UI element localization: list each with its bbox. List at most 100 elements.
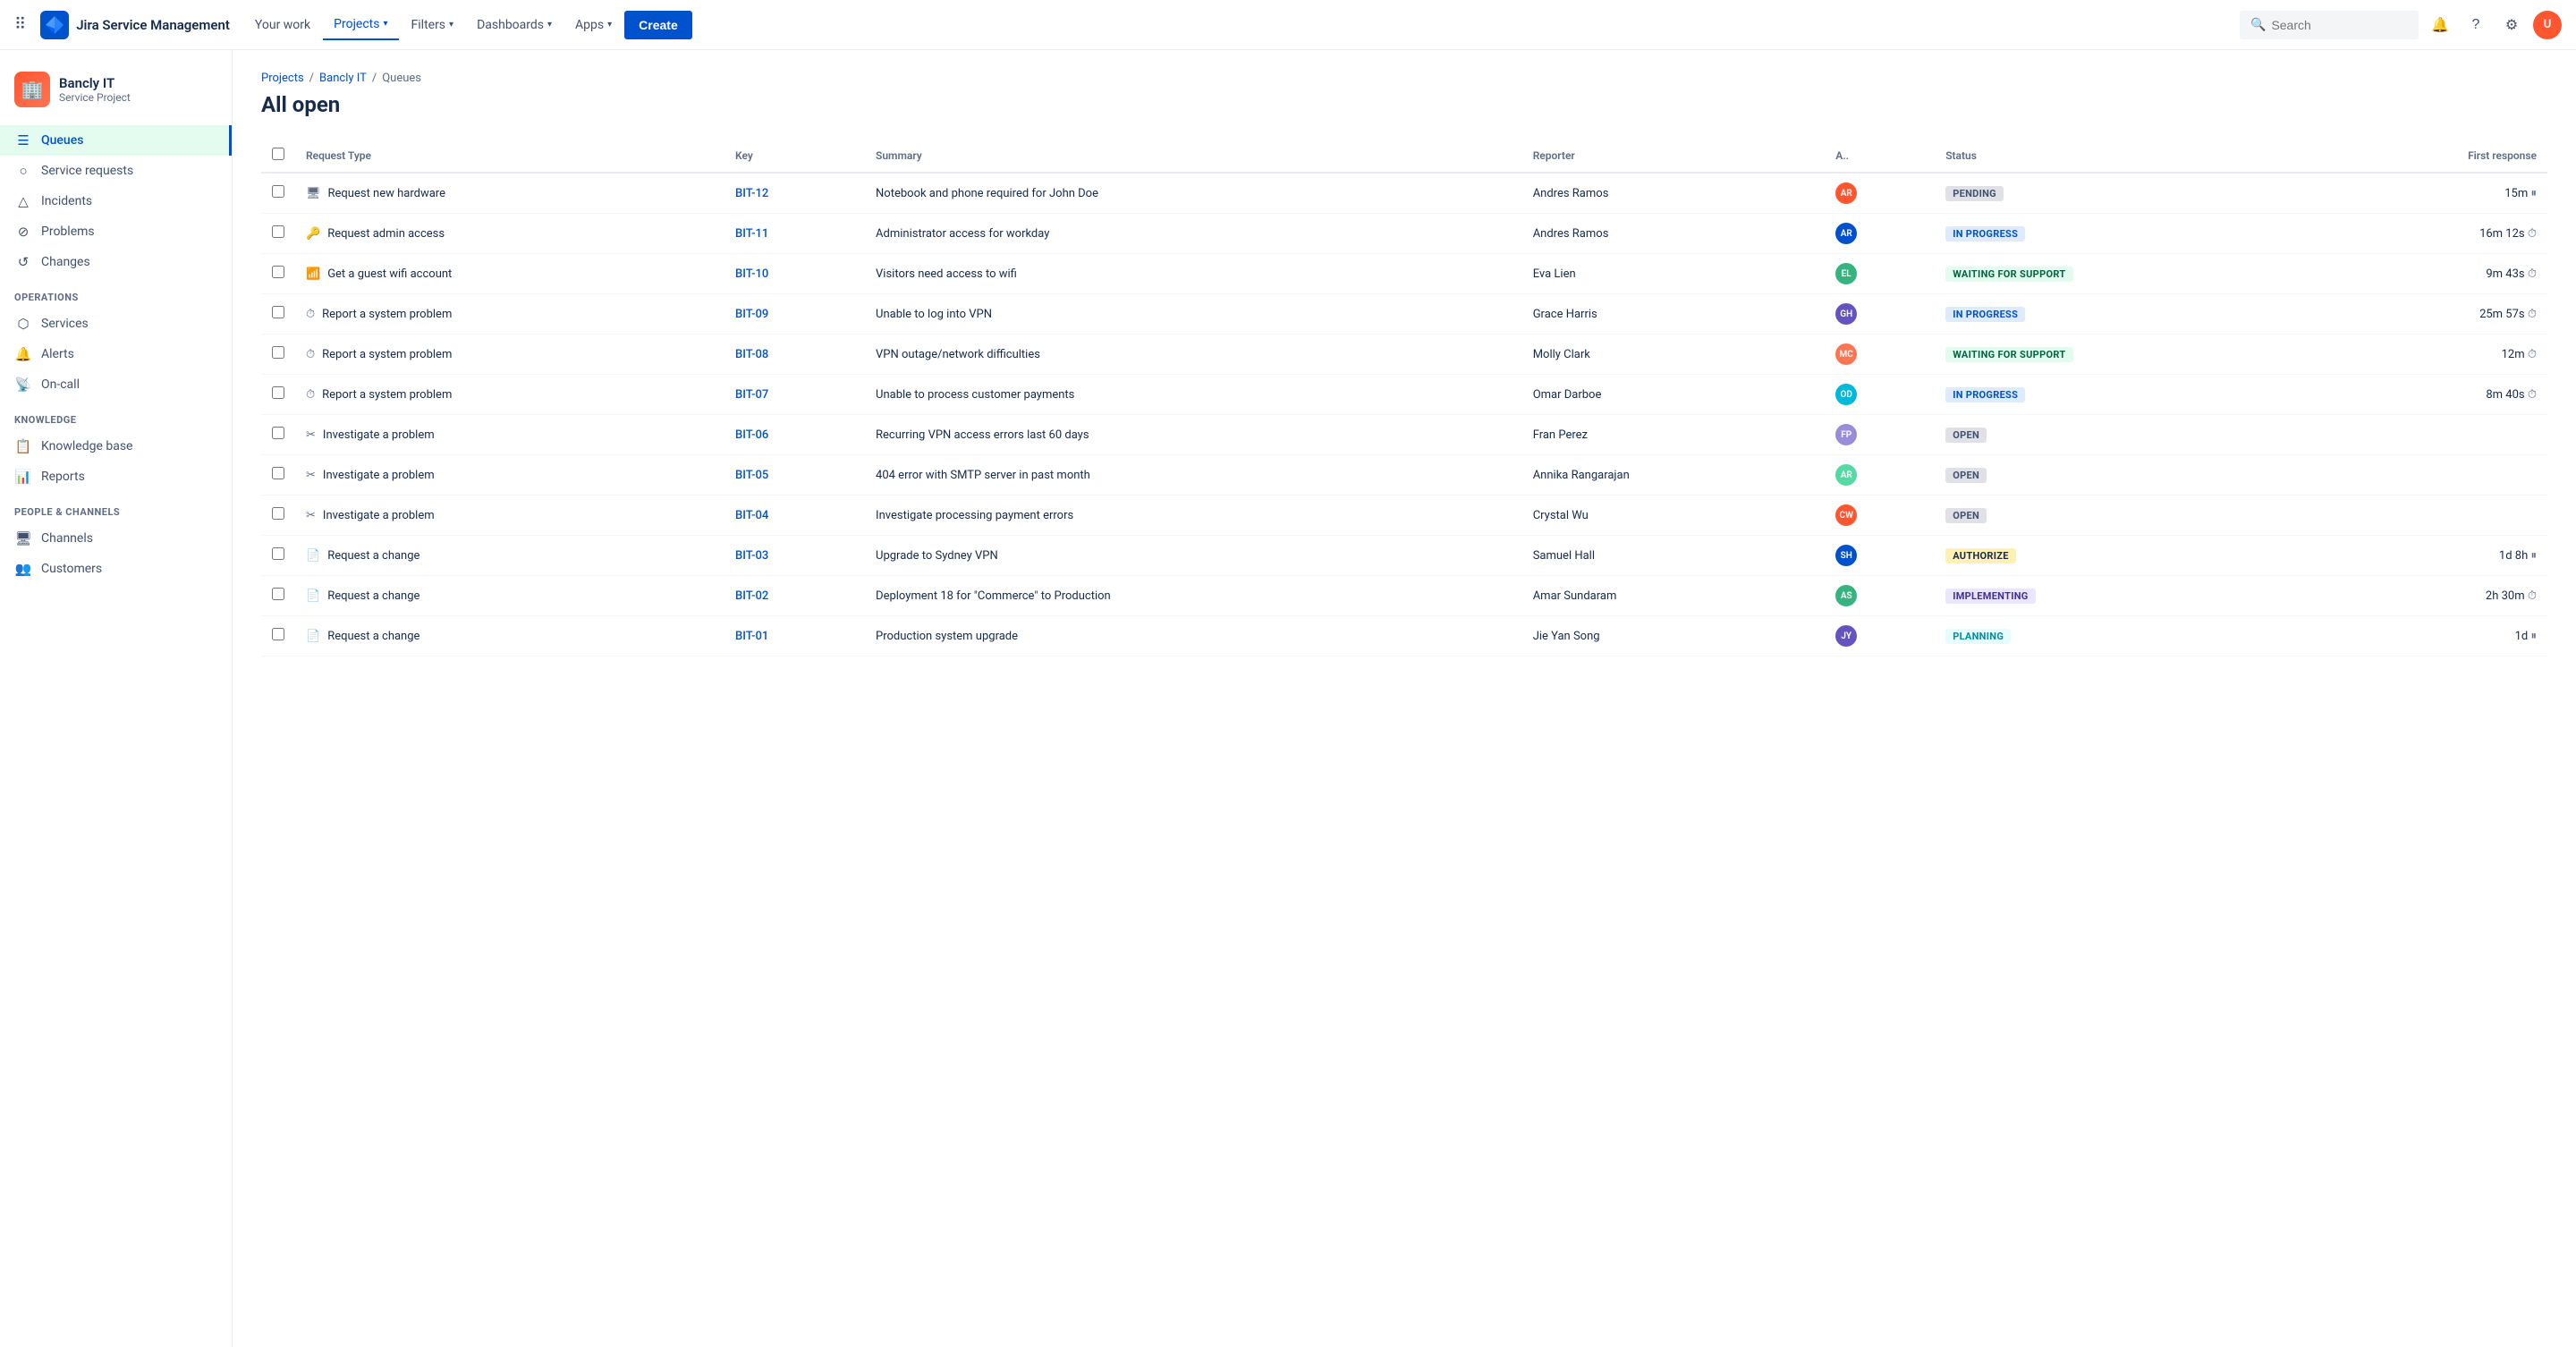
key-cell[interactable]: BIT-07 [724, 375, 865, 415]
grid-icon[interactable]: ⠿ [14, 15, 26, 34]
key-cell[interactable]: BIT-08 [724, 335, 865, 375]
issue-key-link[interactable]: BIT-09 [735, 308, 768, 321]
sidebar-item-on-call[interactable]: 📡 On-call [0, 369, 232, 400]
request-type-label: Investigate a problem [323, 428, 435, 442]
issue-key-link[interactable]: BIT-08 [735, 348, 768, 361]
pause-icon: ⏸ [2531, 187, 2538, 200]
key-cell[interactable]: BIT-01 [724, 616, 865, 657]
table-row[interactable]: ⏱ Report a system problem BIT-07 Unable … [261, 375, 2547, 415]
table-row[interactable]: ⏱ Report a system problem BIT-09 Unable … [261, 294, 2547, 335]
row-checkbox[interactable] [272, 507, 284, 520]
nav-apps[interactable]: Apps ▾ [564, 11, 623, 39]
request-type-icon: 📄 [306, 589, 320, 603]
nav-dashboards[interactable]: Dashboards ▾ [466, 11, 563, 39]
key-cell[interactable]: BIT-12 [724, 173, 865, 214]
sidebar-item-service-requests[interactable]: ○ Service requests [0, 156, 232, 186]
row-checkbox[interactable] [272, 588, 284, 600]
sidebar-item-changes[interactable]: ↺ Changes [0, 247, 232, 277]
request-type-icon: 🔑 [306, 227, 320, 241]
table-row[interactable]: ✂ Investigate a problem BIT-06 Recurring… [261, 415, 2547, 455]
nav-filters[interactable]: Filters ▾ [401, 11, 465, 39]
row-checkbox-cell [261, 576, 295, 616]
sidebar-item-problems[interactable]: ⊘ Problems [0, 216, 232, 247]
table-row[interactable]: ✂ Investigate a problem BIT-04 Investiga… [261, 496, 2547, 536]
project-header: 🏢 Bancly IT Service Project [0, 64, 232, 122]
status-cell: OPEN [1935, 415, 2316, 455]
project-icon: 🏢 [14, 72, 50, 107]
issue-key-link[interactable]: BIT-05 [735, 469, 768, 482]
sidebar-item-reports[interactable]: 📊 Reports [0, 462, 232, 492]
table-row[interactable]: 📄 Request a change BIT-03 Upgrade to Syd… [261, 536, 2547, 576]
table-row[interactable]: ⏱ Report a system problem BIT-08 VPN out… [261, 335, 2547, 375]
sidebar-item-incidents[interactable]: △ Incidents [0, 186, 232, 216]
issue-key-link[interactable]: BIT-01 [735, 630, 768, 643]
key-cell[interactable]: BIT-10 [724, 254, 865, 294]
key-cell[interactable]: BIT-09 [724, 294, 865, 335]
sidebar-item-queues[interactable]: ☰ Queues [0, 125, 232, 156]
knowledge-base-icon: 📋 [14, 438, 32, 454]
reporter-cell: Andres Ramos [1522, 173, 1826, 214]
key-cell[interactable]: BIT-03 [724, 536, 865, 576]
table-row[interactable]: ✂ Investigate a problem BIT-05 404 error… [261, 455, 2547, 496]
row-checkbox[interactable] [272, 547, 284, 560]
nav-menu: Your work Projects ▾ Filters ▾ Dashboard… [244, 10, 2233, 40]
search-input[interactable] [2271, 18, 2408, 32]
nav-projects[interactable]: Projects ▾ [323, 10, 398, 40]
sidebar-item-customers[interactable]: 👥 Customers [0, 554, 232, 584]
assignee-cell: AS [1825, 576, 1935, 616]
nav-your-work[interactable]: Your work [244, 11, 321, 39]
table-row[interactable]: 📄 Request a change BIT-02 Deployment 18 … [261, 576, 2547, 616]
row-checkbox[interactable] [272, 266, 284, 278]
summary-cell: Production system upgrade [865, 616, 1522, 657]
key-cell[interactable]: BIT-06 [724, 415, 865, 455]
col-summary: Summary [865, 139, 1522, 173]
help-button[interactable]: ? [2462, 11, 2490, 39]
row-checkbox[interactable] [272, 386, 284, 399]
issue-key-link[interactable]: BIT-12 [735, 187, 768, 200]
issue-key-link[interactable]: BIT-10 [735, 267, 768, 281]
select-all-checkbox[interactable] [272, 148, 284, 160]
breadcrumb-projects[interactable]: Projects [261, 72, 304, 85]
timer-icon: ⏱ [2528, 267, 2537, 281]
row-checkbox[interactable] [272, 185, 284, 198]
table-body: 🖥 Request new hardware BIT-12 Notebook a… [261, 173, 2547, 657]
issue-key-link[interactable]: BIT-07 [735, 388, 768, 402]
status-badge: IN PROGRESS [1945, 226, 2025, 241]
issue-key-link[interactable]: BIT-04 [735, 509, 768, 522]
create-button[interactable]: Create [624, 11, 692, 39]
row-checkbox[interactable] [272, 427, 284, 439]
request-type-label: Get a guest wifi account [327, 267, 452, 281]
search-box[interactable]: 🔍 [2240, 11, 2419, 39]
key-cell[interactable]: BIT-04 [724, 496, 865, 536]
settings-button[interactable]: ⚙ [2497, 11, 2526, 39]
request-type-icon: ✂ [306, 469, 316, 482]
apps-chevron-icon: ▾ [607, 20, 612, 30]
key-cell[interactable]: BIT-11 [724, 214, 865, 254]
key-cell[interactable]: BIT-05 [724, 455, 865, 496]
breadcrumb-queues: Queues [382, 72, 421, 85]
key-cell[interactable]: BIT-02 [724, 576, 865, 616]
issue-key-link[interactable]: BIT-03 [735, 549, 768, 563]
row-checkbox[interactable] [272, 225, 284, 238]
summary-cell: Investigate processing payment errors [865, 496, 1522, 536]
status-badge: AUTHORIZE [1945, 548, 2016, 563]
table-row[interactable]: 🔑 Request admin access BIT-11 Administra… [261, 214, 2547, 254]
sidebar-item-alerts[interactable]: 🔔 Alerts [0, 339, 232, 369]
app-logo[interactable]: Jira Service Management [40, 11, 230, 39]
table-row[interactable]: 📄 Request a change BIT-01 Production sys… [261, 616, 2547, 657]
row-checkbox[interactable] [272, 467, 284, 479]
row-checkbox[interactable] [272, 628, 284, 640]
row-checkbox[interactable] [272, 306, 284, 318]
sidebar-item-knowledge-base[interactable]: 📋 Knowledge base [0, 431, 232, 462]
table-row[interactable]: 🖥 Request new hardware BIT-12 Notebook a… [261, 173, 2547, 214]
row-checkbox[interactable] [272, 346, 284, 359]
issue-key-link[interactable]: BIT-02 [735, 589, 768, 603]
notifications-button[interactable]: 🔔 [2426, 11, 2454, 39]
sidebar-item-channels[interactable]: 🖥 Channels [0, 523, 232, 554]
user-avatar[interactable]: U [2533, 11, 2562, 39]
breadcrumb-bancly-it[interactable]: Bancly IT [319, 72, 367, 85]
sidebar-item-services[interactable]: ⬡ Services [0, 309, 232, 339]
issue-key-link[interactable]: BIT-11 [735, 227, 768, 241]
issue-key-link[interactable]: BIT-06 [735, 428, 768, 442]
table-row[interactable]: 📶 Get a guest wifi account BIT-10 Visito… [261, 254, 2547, 294]
